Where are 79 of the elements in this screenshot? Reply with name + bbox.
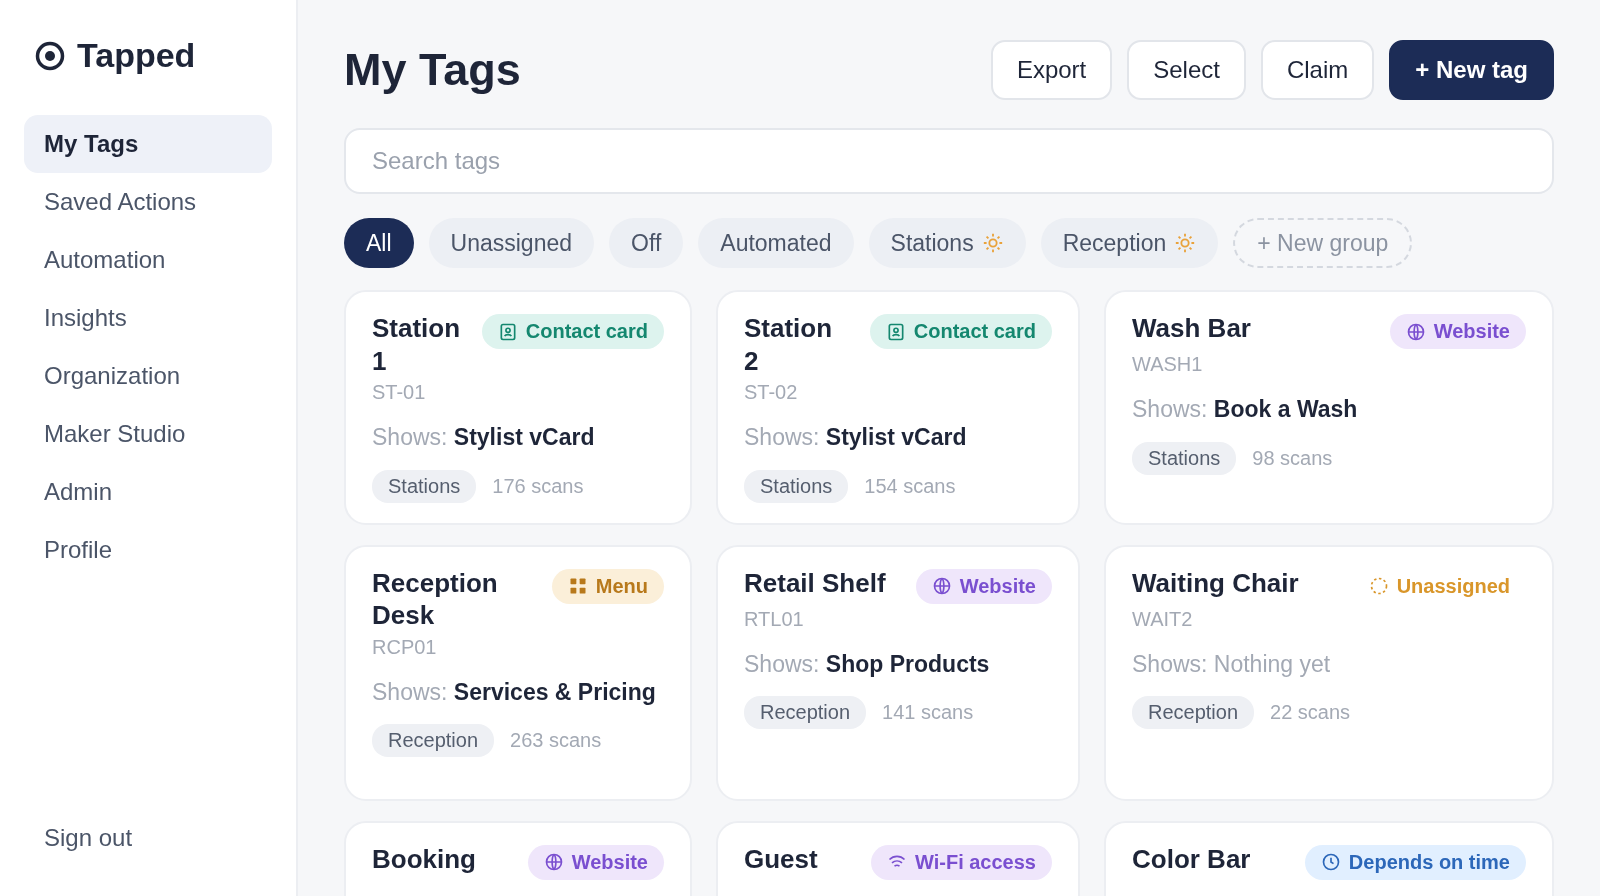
- globe-icon: [1405, 321, 1426, 342]
- sidebar-item[interactable]: Profile: [24, 521, 272, 579]
- filter-chip[interactable]: Automated: [698, 218, 854, 268]
- scan-count: 154 scans: [864, 474, 956, 498]
- group-tag: Stations: [1132, 441, 1237, 475]
- globe-icon: [931, 576, 952, 597]
- sidebar-item[interactable]: My Tags: [24, 115, 272, 173]
- tag-card[interactable]: Wash Bar Website WASH1 Shows: Book a Wash Stations 98 scans: [1104, 290, 1554, 525]
- sidebar-item[interactable]: Saved Actions: [24, 173, 272, 231]
- tag-code: ST-02: [744, 381, 799, 404]
- tag-card[interactable]: Station 1 Contact card ST-01 Shows: Stylist vCard Stations 176 scans: [344, 290, 692, 525]
- page-title: My Tags: [344, 44, 521, 96]
- tag-code: RTL01: [744, 607, 805, 631]
- group-tag: Stations: [372, 469, 477, 503]
- tag-title: Reception Desk: [372, 566, 499, 632]
- sidebar-item[interactable]: Automation: [24, 231, 272, 289]
- shows-text: Shows: Stylist vCard: [372, 424, 596, 452]
- tag-code: WASH1: [1132, 353, 1204, 376]
- app-logo-text: Tapped: [77, 36, 196, 75]
- shows-text: Shows: Book a Wash: [1132, 396, 1359, 424]
- sidebar-item[interactable]: Insights: [24, 289, 272, 347]
- filter-chip[interactable]: Stations: [868, 218, 1026, 268]
- tag-title: Retail Shelf: [744, 566, 886, 600]
- action-badge: Menu: [551, 568, 664, 604]
- scan-count: 263 scans: [510, 729, 602, 753]
- toolbar-button[interactable]: Export: [990, 40, 1113, 100]
- tag-title: Station 2: [744, 312, 834, 377]
- status-label: Unassigned: [1352, 568, 1526, 604]
- group-tag: Reception: [1132, 696, 1255, 730]
- action-badge: Depends on time: [1304, 844, 1526, 880]
- tag-card[interactable]: Station 2 Contact card ST-02 Shows: Stylist vCard Stations 154 scans: [716, 290, 1080, 525]
- scan-count: 176 scans: [492, 474, 584, 498]
- sidebar-item[interactable]: Maker Studio: [24, 405, 272, 463]
- tag-card[interactable]: Retail Shelf Website RTL01 Shows: Shop Products Reception 141 scans: [716, 544, 1080, 801]
- scan-count: 141 scans: [882, 701, 974, 725]
- action-badge: Wi-Fi access: [871, 844, 1052, 880]
- action-badge: Contact card: [869, 314, 1052, 349]
- shows-text: Shows: Services & Pricing: [372, 678, 657, 707]
- tag-title: Color Bar: [1132, 842, 1251, 876]
- tag-card[interactable]: Reception Desk Menu RCP01 Shows: Services & Pricing Reception 263 scans: [344, 544, 692, 801]
- tag-card[interactable]: Waiting Chair Unassigned WAIT2 Shows: Nothing yet Reception 22 scans: [1104, 544, 1554, 801]
- tag-title: Guest: [744, 842, 818, 876]
- tag-title: Wash Bar: [1132, 312, 1251, 345]
- toolbar-button[interactable]: Claim: [1260, 40, 1375, 100]
- scan-count: 98 scans: [1252, 446, 1333, 470]
- clock-icon: [1320, 852, 1341, 873]
- tag-code: ST-01: [372, 381, 427, 404]
- filter-chip[interactable]: Unassigned: [428, 218, 595, 268]
- action-badge: Contact card: [481, 314, 664, 349]
- target-logo-icon: [35, 40, 65, 71]
- scan-count: 22 scans: [1270, 701, 1351, 725]
- shows-text: Shows: Stylist vCard: [744, 424, 968, 452]
- dashed-circle-icon: [1368, 576, 1389, 597]
- tag-card[interactable]: Booking Website: [344, 820, 692, 896]
- tag-title: Waiting Chair: [1132, 566, 1299, 600]
- group-tag: Reception: [744, 696, 867, 730]
- globe-icon: [543, 852, 564, 873]
- filter-chip[interactable]: Off: [609, 218, 684, 268]
- search-field[interactable]: Search tags: [344, 128, 1554, 194]
- tag-title: Booking: [372, 842, 476, 876]
- sidebar-item[interactable]: Admin: [24, 463, 272, 521]
- action-badge: Website: [527, 844, 664, 880]
- tag-card[interactable]: Guest Wi-Fi access: [716, 820, 1080, 896]
- tag-title: Station 1: [372, 312, 462, 377]
- filter-chip[interactable]: All: [344, 218, 414, 268]
- toolbar-button[interactable]: Select: [1127, 40, 1246, 100]
- tag-code: RCP01: [372, 635, 438, 659]
- sign-out-link[interactable]: Sign out: [24, 824, 272, 852]
- filter-chip[interactable]: Reception: [1040, 218, 1219, 268]
- tag-code: WAIT2: [1132, 607, 1194, 631]
- shows-text: Shows: Shop Products: [744, 650, 991, 679]
- sidebar-item[interactable]: Organization: [24, 347, 272, 405]
- action-badge: Website: [1389, 314, 1526, 349]
- group-tag: Reception: [372, 724, 495, 758]
- tag-card[interactable]: Color Bar Depends on time: [1104, 820, 1554, 896]
- new-tag-button[interactable]: + New tag: [1389, 40, 1554, 100]
- action-badge: Website: [915, 568, 1052, 604]
- shows-text: Shows: Nothing yet: [1132, 650, 1332, 679]
- group-tag: Stations: [744, 469, 849, 503]
